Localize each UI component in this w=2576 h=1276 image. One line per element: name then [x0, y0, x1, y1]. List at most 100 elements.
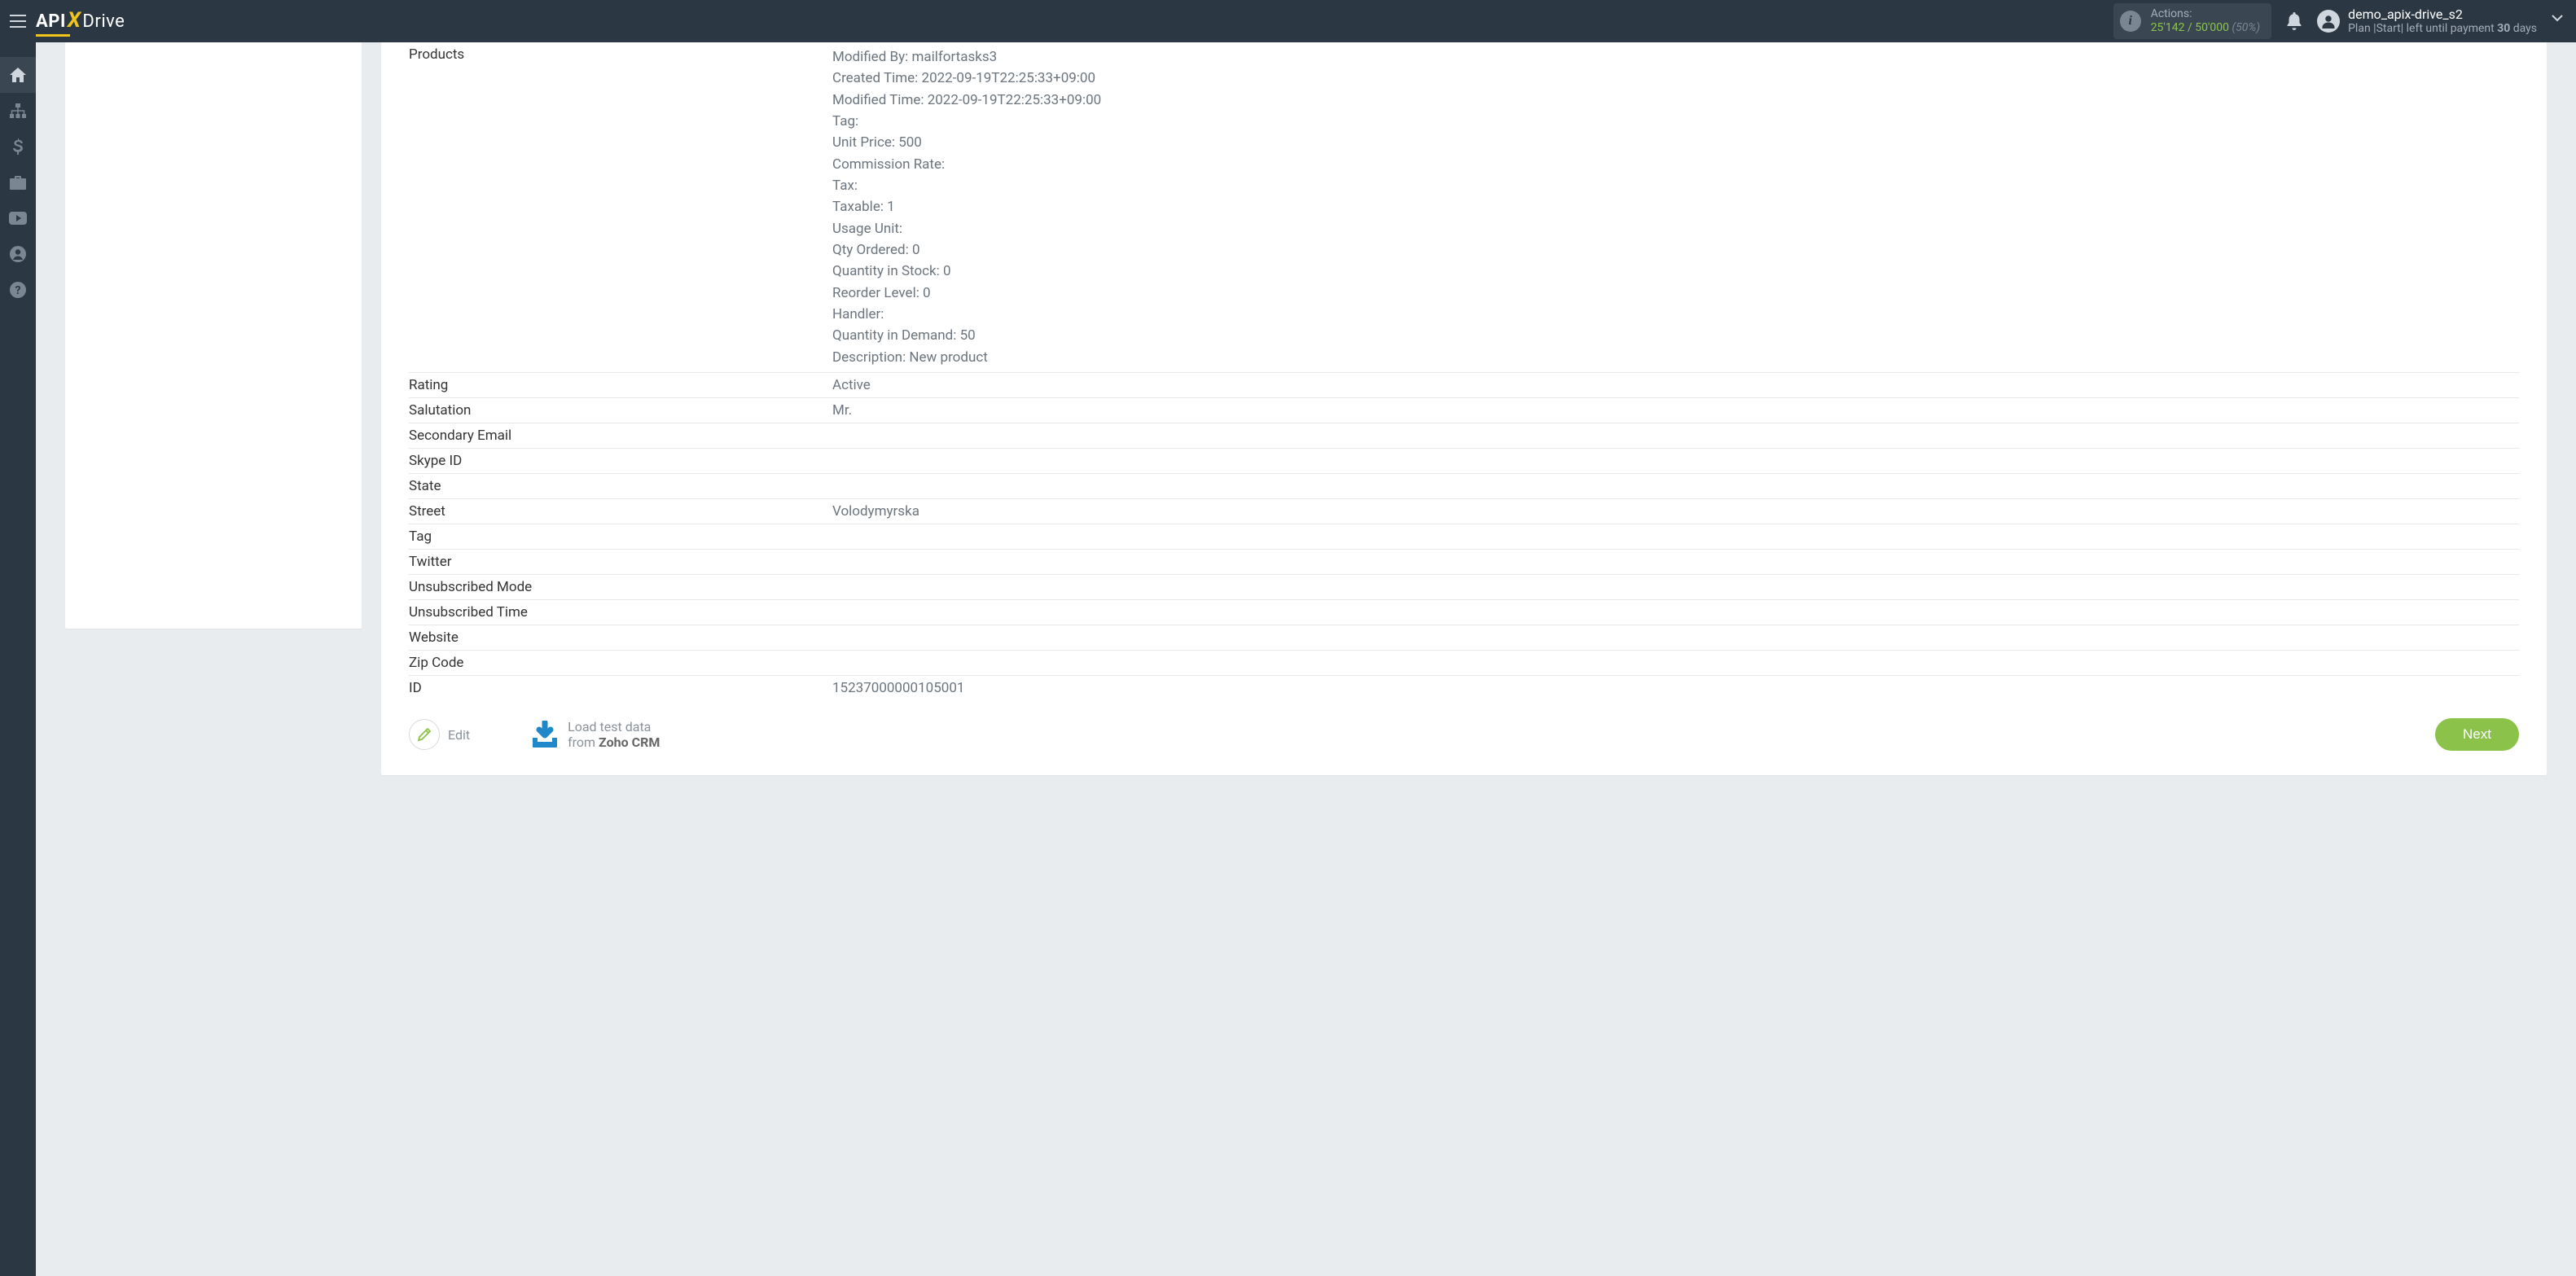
row-value: 15237000000105001 — [832, 676, 2519, 701]
table-row: ID15237000000105001 — [409, 676, 2519, 701]
data-table: ProductsModified By: mailfortasks3 Creat… — [409, 42, 2519, 700]
home-icon — [10, 68, 26, 82]
menu-toggle-button[interactable] — [0, 15, 36, 28]
row-value — [832, 474, 2519, 499]
actions-current: 25'142 — [2151, 21, 2185, 34]
sidebar-item-account[interactable] — [0, 236, 36, 272]
row-key: Unsubscribed Mode — [409, 575, 832, 600]
actions-slash: / — [2184, 21, 2195, 34]
load-line2: from Zoho CRM — [568, 734, 660, 750]
row-value — [832, 651, 2519, 676]
svg-text:?: ? — [15, 284, 21, 297]
row-key: Tag — [409, 524, 832, 550]
row-value — [832, 600, 2519, 625]
edit-button[interactable]: Edit — [409, 719, 470, 750]
user-menu-chevron[interactable] — [2552, 15, 2563, 22]
page: ProductsModified By: mailfortasks3 Creat… — [36, 42, 2576, 1276]
table-row: State — [409, 474, 2519, 499]
table-row: Tag — [409, 524, 2519, 550]
topbar: API X Drive i Actions: 25'142 / 50'000 (… — [0, 0, 2576, 42]
table-row: RatingActive — [409, 373, 2519, 398]
plan-days: 30 — [2497, 22, 2510, 35]
next-button[interactable]: Next — [2435, 718, 2519, 751]
brand-underline — [36, 34, 70, 37]
row-key: ID — [409, 676, 832, 701]
brand-x: X — [68, 8, 81, 33]
chevron-down-icon — [2552, 15, 2563, 22]
table-row: Secondary Email — [409, 423, 2519, 449]
table-row: StreetVolodymyrska — [409, 499, 2519, 524]
youtube-icon — [9, 212, 27, 225]
table-row: Twitter — [409, 550, 2519, 575]
actions-numbers: 25'142 / 50'000 (50%) — [2151, 21, 2260, 35]
row-value: Active — [832, 373, 2519, 398]
user-circle-icon — [10, 246, 26, 262]
row-value — [832, 625, 2519, 651]
load-line2-prefix: from — [568, 734, 599, 750]
sidebar-item-help[interactable]: ? — [0, 272, 36, 308]
bell-icon — [2286, 12, 2302, 30]
info-icon: i — [2120, 11, 2141, 32]
brand-right: Drive — [82, 11, 125, 32]
table-row: Unsubscribed Time — [409, 600, 2519, 625]
row-value: Volodymyrska — [832, 499, 2519, 524]
sidebar-item-work[interactable] — [0, 164, 36, 200]
actions-text: Actions: 25'142 / 50'000 (50%) — [2151, 7, 2260, 35]
actions-max: 50'000 — [2195, 21, 2229, 34]
sidebar-item-connections[interactable] — [0, 93, 36, 129]
actions-pct: (50%) — [2232, 21, 2261, 34]
table-row: Skype ID — [409, 449, 2519, 474]
row-key: Twitter — [409, 550, 832, 575]
briefcase-icon — [10, 176, 26, 190]
sitemap-icon — [10, 103, 26, 118]
row-key: Rating — [409, 373, 832, 398]
user-menu[interactable]: demo_apix-drive_s2 Plan |Start| left unt… — [2317, 7, 2537, 36]
user-name: demo_apix-drive_s2 — [2348, 7, 2537, 22]
help-icon: ? — [10, 282, 26, 298]
user-text: demo_apix-drive_s2 Plan |Start| left unt… — [2348, 7, 2537, 36]
download-icon — [530, 721, 560, 748]
load-test-data-text: Load test data from Zoho CRM — [568, 719, 660, 750]
pencil-icon — [417, 727, 432, 742]
actions-label: Actions: — [2151, 7, 2260, 21]
row-key: Salutation — [409, 398, 832, 423]
plan-suffix: days — [2510, 22, 2537, 35]
table-row: SalutationMr. — [409, 398, 2519, 423]
table-row: Unsubscribed Mode — [409, 575, 2519, 600]
edit-icon-circle — [409, 719, 440, 750]
table-row: Website — [409, 625, 2519, 651]
row-value — [832, 575, 2519, 600]
main-panel: ProductsModified By: mailfortasks3 Creat… — [381, 42, 2547, 775]
brand-logo[interactable]: API X Drive — [36, 9, 125, 33]
row-value: Modified By: mailfortasks3 Created Time:… — [832, 42, 2519, 373]
sidebar-item-home[interactable] — [0, 57, 36, 93]
plan-prefix: Plan |Start| left until payment — [2348, 22, 2497, 35]
sidebar: ? — [0, 42, 36, 1276]
notifications-button[interactable] — [2286, 12, 2302, 30]
table-row: Zip Code — [409, 651, 2519, 676]
row-key: Zip Code — [409, 651, 832, 676]
load-line2-bold: Zoho CRM — [599, 734, 660, 750]
row-key: Products — [409, 42, 832, 373]
dollar-icon — [13, 138, 23, 155]
hamburger-icon — [10, 15, 26, 28]
sidebar-item-billing[interactable] — [0, 129, 36, 164]
row-key: Street — [409, 499, 832, 524]
row-key: State — [409, 474, 832, 499]
row-value: Mr. — [832, 398, 2519, 423]
row-key: Website — [409, 625, 832, 651]
left-panel — [65, 42, 362, 629]
edit-label: Edit — [448, 727, 470, 743]
actions-counter[interactable]: i Actions: 25'142 / 50'000 (50%) — [2113, 3, 2271, 39]
user-plan: Plan |Start| left until payment 30 days — [2348, 22, 2537, 36]
table-row: ProductsModified By: mailfortasks3 Creat… — [409, 42, 2519, 373]
brand-left: API — [36, 11, 66, 32]
row-value — [832, 524, 2519, 550]
avatar — [2317, 10, 2340, 33]
row-key: Skype ID — [409, 449, 832, 474]
load-test-data-button[interactable]: Load test data from Zoho CRM — [530, 719, 660, 750]
sidebar-item-video[interactable] — [0, 200, 36, 236]
row-key: Unsubscribed Time — [409, 600, 832, 625]
load-line1: Load test data — [568, 719, 660, 734]
row-value — [832, 423, 2519, 449]
